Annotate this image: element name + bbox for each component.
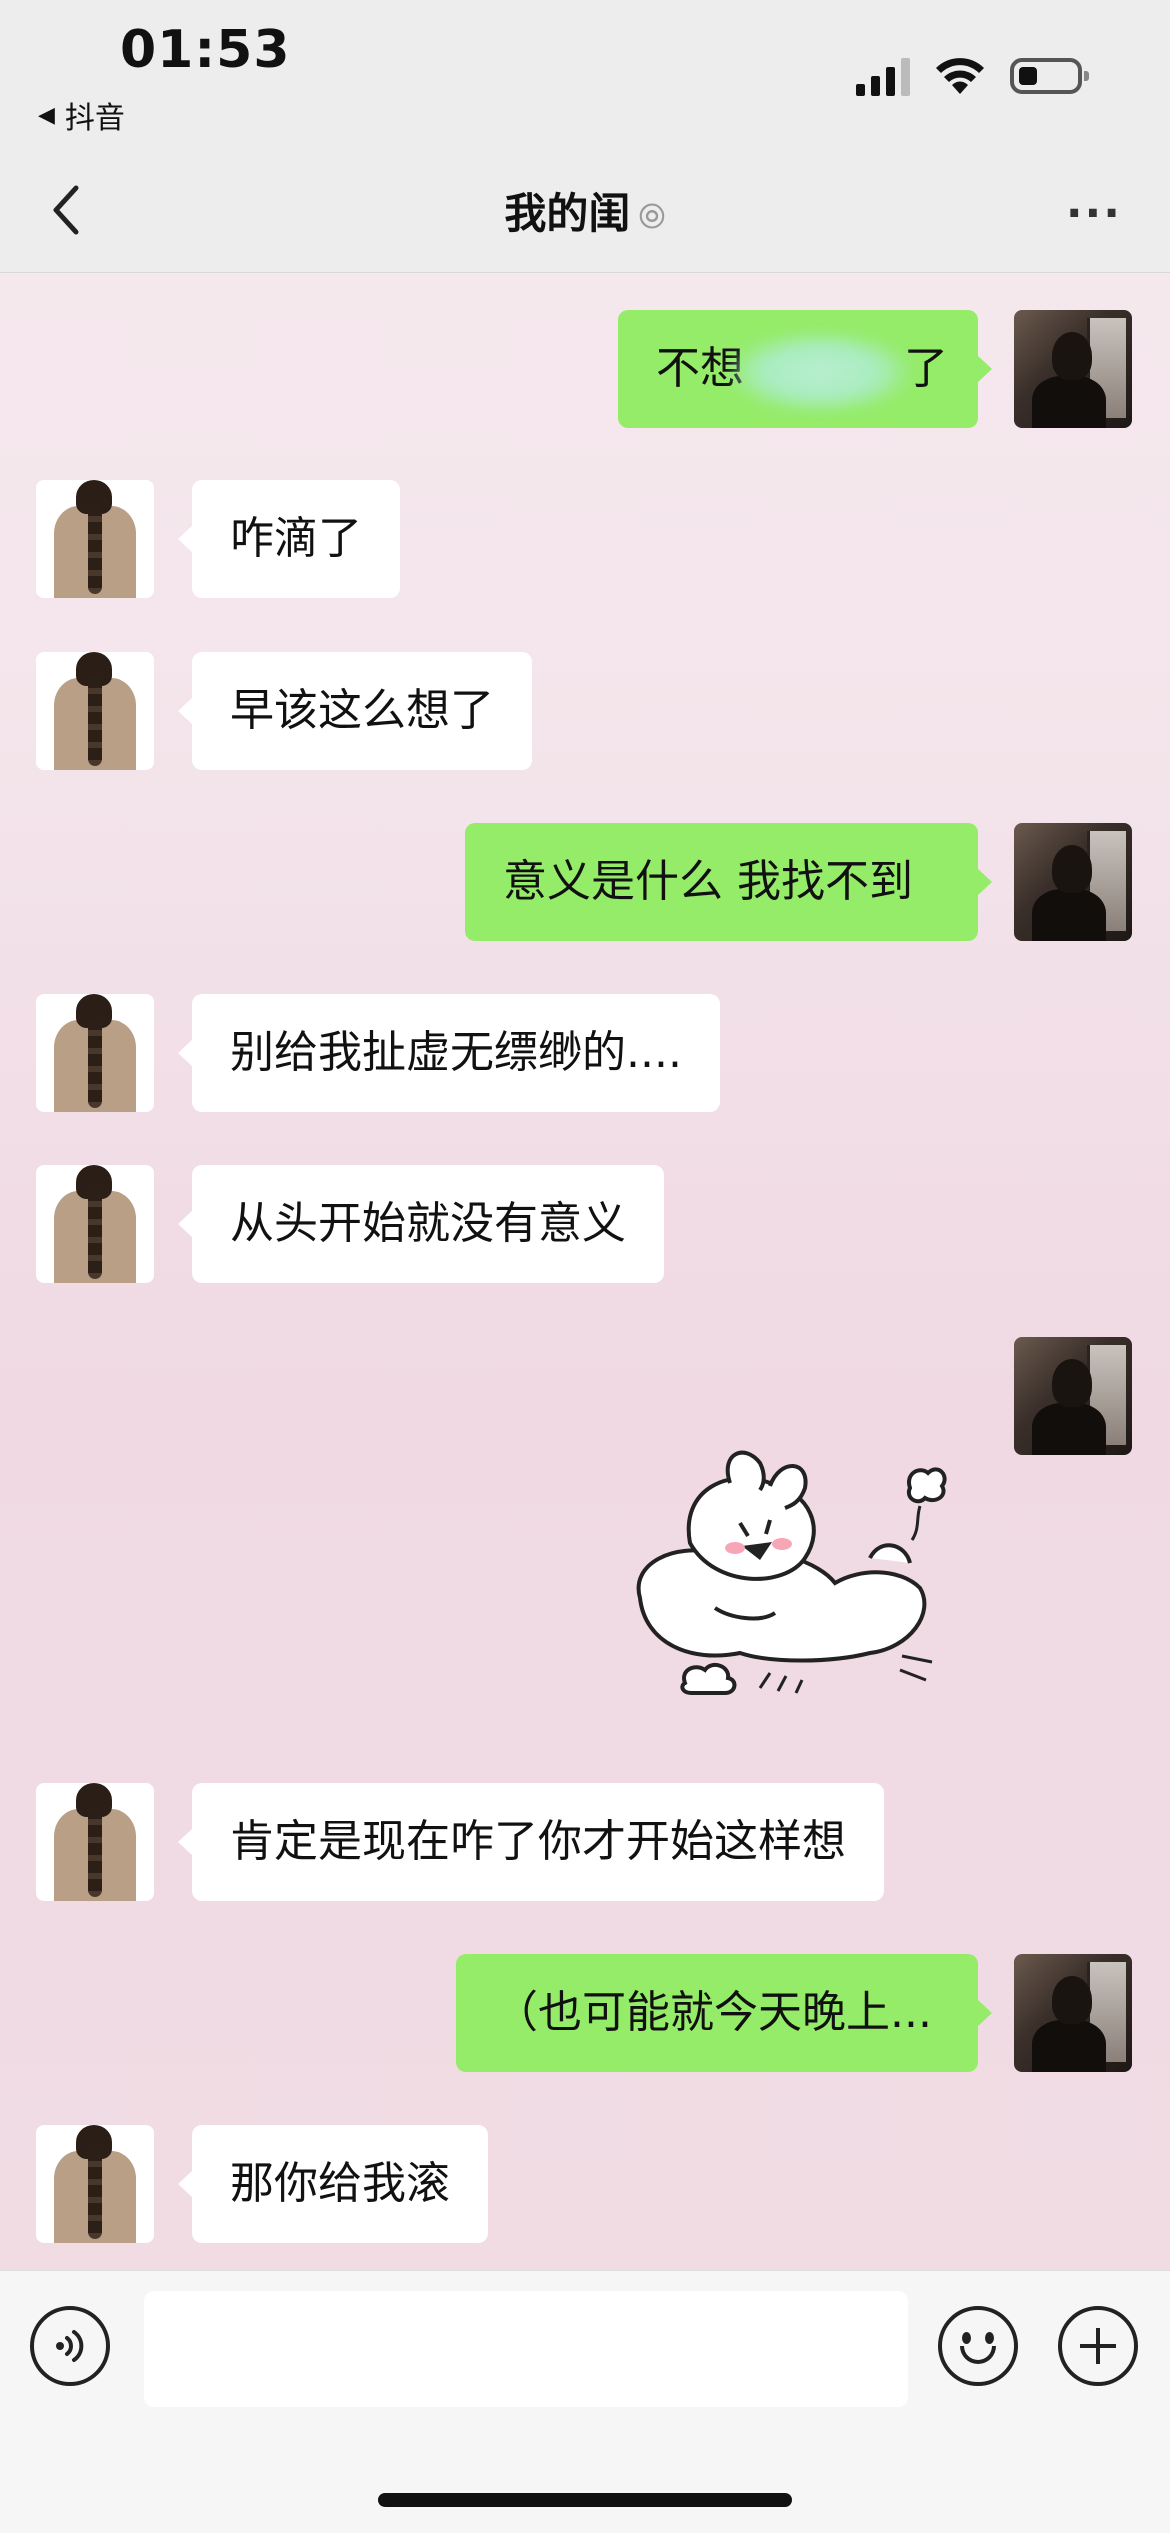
avatar[interactable] bbox=[36, 994, 154, 1112]
avatar[interactable] bbox=[36, 652, 154, 770]
avatar[interactable] bbox=[1014, 1337, 1132, 1455]
back-app-label: 抖音 bbox=[64, 101, 125, 136]
home-indicator[interactable] bbox=[378, 2493, 792, 2507]
ear-icon: ⦾ bbox=[638, 197, 666, 237]
avatar[interactable] bbox=[1014, 310, 1132, 428]
message-bubble-incoming[interactable]: 咋滴了 bbox=[178, 480, 400, 598]
avatar[interactable] bbox=[1014, 823, 1132, 941]
signal-icon bbox=[856, 58, 910, 96]
avatar[interactable] bbox=[36, 1783, 154, 1901]
voice-waves-icon bbox=[56, 2330, 84, 2362]
message-bubble-incoming[interactable]: 早该这么想了 bbox=[178, 652, 532, 770]
message-bubble-outgoing[interactable]: 不想了 bbox=[618, 310, 992, 428]
message-bubble-incoming[interactable]: 别给我扯虚无缥缈的.... bbox=[178, 994, 720, 1112]
message-bubble-incoming[interactable]: 那你给我滚 bbox=[178, 2125, 488, 2243]
back-to-app-link[interactable]: ◀ 抖音 bbox=[38, 93, 125, 137]
input-bar bbox=[0, 2270, 1170, 2533]
avatar[interactable] bbox=[36, 2125, 154, 2243]
emoji-icon[interactable] bbox=[938, 2306, 1018, 2386]
clock: 01:53 bbox=[120, 20, 291, 80]
sleeping-bunny-sticker[interactable] bbox=[620, 1448, 960, 1718]
avatar[interactable] bbox=[1014, 1954, 1132, 2072]
message-bubble-outgoing[interactable]: （也可能就今天晚上... bbox=[456, 1954, 992, 2072]
message-bubble-incoming[interactable]: 从头开始就没有意义 bbox=[178, 1165, 664, 1283]
chat-screen: 01:53 ◀ 抖音 我的闺 ⦾ ··· 不想 了 咋滴了 早该这么想了 意义是… bbox=[0, 0, 1170, 2533]
chat-title-text: 我的闺 bbox=[504, 189, 631, 238]
chat-title: 我的闺 ⦾ bbox=[0, 180, 1170, 241]
message-bubble-outgoing[interactable]: 意义是什么 我找不到 bbox=[465, 823, 992, 941]
plus-icon[interactable] bbox=[1058, 2306, 1138, 2386]
status-bar: 01:53 ◀ 抖音 bbox=[0, 0, 1170, 150]
redaction-blur bbox=[730, 332, 910, 412]
more-options-button[interactable]: ··· bbox=[1066, 188, 1122, 239]
avatar[interactable] bbox=[36, 480, 154, 598]
voice-icon[interactable] bbox=[30, 2306, 110, 2386]
message-input[interactable] bbox=[144, 2291, 908, 2407]
wifi-icon bbox=[936, 58, 984, 94]
message-text-tail: 了 bbox=[904, 343, 948, 394]
back-arrow-icon: ◀ bbox=[38, 102, 55, 128]
message-bubble-incoming[interactable]: 肯定是现在咋了你才开始这样想 bbox=[178, 1783, 884, 1901]
avatar[interactable] bbox=[36, 1165, 154, 1283]
battery-icon bbox=[1010, 58, 1089, 94]
chat-header: 我的闺 ⦾ ··· bbox=[0, 150, 1170, 273]
